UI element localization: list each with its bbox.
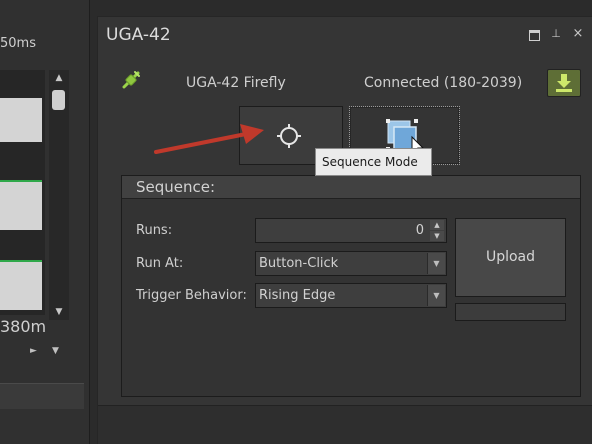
runs-label: Runs: — [136, 223, 173, 238]
upload-progress-bar — [455, 303, 566, 321]
pin-icon[interactable]: ⊥ — [550, 27, 562, 41]
scroll-right-arrow-icon[interactable]: ► — [30, 346, 37, 356]
sequence-group: Sequence: Runs: 0 ▲ ▼ Run At: Button-Cli… — [121, 175, 581, 397]
waveform-band — [0, 260, 42, 310]
waveform-band — [0, 98, 42, 142]
connection-status: Connected (180-2039) — [364, 75, 523, 91]
scroll-up-arrow-icon[interactable]: ▲ — [49, 70, 69, 86]
scroll-down-arrow-icon[interactable]: ▼ — [52, 346, 59, 356]
spinner-up-icon[interactable]: ▲ — [430, 220, 444, 230]
vertical-scrollbar[interactable]: ▲ ▼ — [49, 70, 69, 320]
minimize-icon[interactable] — [528, 27, 540, 41]
run-at-label: Run At: — [136, 256, 184, 271]
waveform-chart — [0, 70, 45, 315]
plug-icon — [122, 71, 140, 89]
device-name: UGA-42 Firefly — [186, 75, 286, 91]
panel-footer — [98, 405, 592, 444]
run-at-value: Button-Click — [259, 256, 339, 271]
sequence-title: Sequence: — [136, 178, 216, 196]
close-icon[interactable]: × — [572, 27, 584, 41]
trigger-behavior-label: Trigger Behavior: — [136, 288, 247, 303]
left-toolbar-strip — [0, 383, 84, 409]
time-scale-label: 50ms — [0, 36, 36, 51]
sequence-header: Sequence: — [122, 176, 580, 199]
device-panel: UGA-42 ⊥ × UGA-42 Firefly Connected (180… — [97, 16, 592, 444]
runs-spinner[interactable]: 0 ▲ ▼ — [255, 218, 447, 243]
chevron-down-icon[interactable]: ▼ — [427, 253, 445, 274]
annotation-arrow — [154, 124, 264, 154]
panel-window-controls: ⊥ × — [528, 27, 584, 41]
tooltip: Sequence Mode — [315, 148, 432, 176]
scroll-thumb[interactable] — [52, 90, 65, 110]
upload-button[interactable]: Upload — [455, 218, 566, 297]
download-button[interactable] — [547, 69, 581, 97]
run-at-dropdown[interactable]: Button-Click ▼ — [255, 251, 447, 276]
trigger-behavior-value: Rising Edge — [259, 288, 336, 303]
left-panel: 50ms ▲ ▼ 380m ► ▼ — [0, 0, 90, 444]
panel-title: UGA-42 — [106, 25, 171, 45]
time-axis-label: 380m — [0, 317, 47, 336]
spinner-down-icon[interactable]: ▼ — [430, 231, 444, 241]
scroll-down-arrow-icon[interactable]: ▼ — [49, 304, 69, 320]
waveform-band — [0, 180, 42, 230]
trigger-behavior-dropdown[interactable]: Rising Edge ▼ — [255, 283, 447, 308]
download-icon — [556, 74, 572, 92]
chevron-down-icon[interactable]: ▼ — [427, 285, 445, 306]
runs-value[interactable]: 0 — [416, 223, 424, 238]
